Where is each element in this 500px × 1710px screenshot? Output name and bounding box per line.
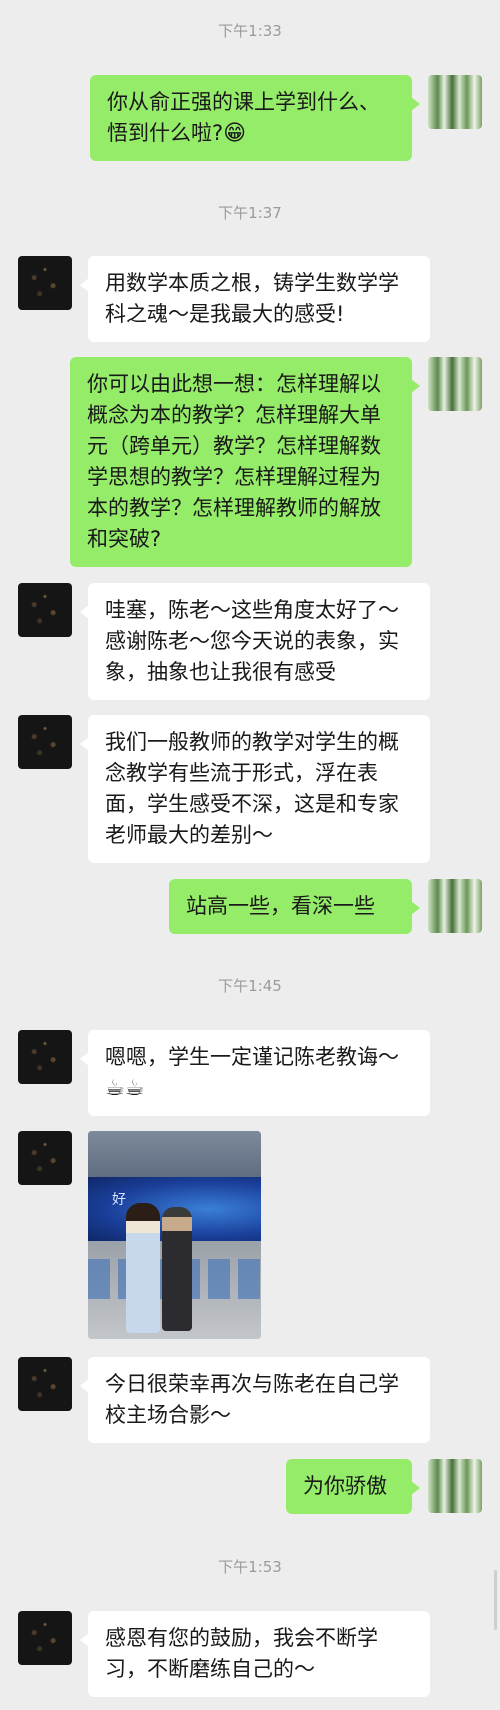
my-avatar[interactable] xyxy=(428,75,482,129)
message-bubble-received[interactable]: 今日很荣幸再次与陈老在自己学校主场合影～ xyxy=(80,1357,430,1443)
contact-avatar[interactable] xyxy=(18,715,72,769)
timestamp: 下午1:33 xyxy=(218,22,282,40)
message-bubble-sent[interactable]: 为你骄傲 xyxy=(286,1459,420,1514)
scrollbar-thumb[interactable] xyxy=(494,1570,497,1630)
message-text: 用数学本质之根，铸学生数学学科之魂～是我最大的感受! xyxy=(105,271,399,326)
timestamp: 下午1:45 xyxy=(218,977,282,995)
message-bubble-received[interactable]: 嗯嗯，学生一定谨记陈老教诲～ ☕☕ xyxy=(80,1030,430,1116)
message-bubble-received[interactable]: 感恩有您的鼓励，我会不断学习，不断磨练自己的～ xyxy=(80,1611,430,1697)
shared-photo[interactable]: 好 xyxy=(88,1131,261,1339)
photo-person-woman xyxy=(126,1203,160,1333)
photo-wall xyxy=(88,1131,261,1177)
message-bubble-sent[interactable]: 站高一些，看深一些 xyxy=(169,879,420,934)
message-text: 我们一般教师的教学对学生的概念教学有些流于形式，浮在表面，学生感受不深，这是和专… xyxy=(105,730,399,847)
my-avatar[interactable] xyxy=(428,879,482,933)
my-avatar[interactable] xyxy=(428,357,482,411)
photo-person-man xyxy=(162,1207,192,1331)
contact-avatar[interactable] xyxy=(18,1131,72,1185)
message-text: 你可以由此想一想：怎样理解以概念为本的教学？怎样理解大单元（跨单元）教学？怎样理… xyxy=(87,372,381,551)
my-avatar[interactable] xyxy=(428,1459,482,1513)
message-text: 嗯嗯，学生一定谨记陈老教诲～ xyxy=(105,1045,399,1069)
message-text: 为你骄傲 xyxy=(303,1474,387,1498)
timestamp: 下午1:37 xyxy=(218,204,282,222)
photo-screen-text: 好 xyxy=(112,1192,128,1208)
message-text: 感恩有您的鼓励，我会不断学习，不断磨练自己的～ xyxy=(105,1626,378,1681)
timestamp: 下午1:53 xyxy=(218,1558,282,1576)
message-text: 今日很荣幸再次与陈老在自己学校主场合影～ xyxy=(105,1372,399,1427)
message-bubble-sent[interactable]: 你可以由此想一想：怎样理解以概念为本的教学？怎样理解大单元（跨单元）教学？怎样理… xyxy=(70,357,420,567)
contact-avatar[interactable] xyxy=(18,256,72,310)
contact-avatar[interactable] xyxy=(18,1030,72,1084)
message-bubble-sent[interactable]: 你从俞正强的课上学到什么、悟到什么啦?😁 xyxy=(90,75,420,161)
grinning-emoji-icon: 😁 xyxy=(223,121,247,146)
contact-avatar[interactable] xyxy=(18,583,72,637)
message-bubble-received[interactable]: 用数学本质之根，铸学生数学学科之魂～是我最大的感受! xyxy=(80,256,430,342)
message-text: 站高一些，看深一些 xyxy=(186,894,375,918)
contact-avatar[interactable] xyxy=(18,1611,72,1665)
message-bubble-received[interactable]: 我们一般教师的教学对学生的概念教学有些流于形式，浮在表面，学生感受不深，这是和专… xyxy=(80,715,430,863)
contact-avatar[interactable] xyxy=(18,1357,72,1411)
message-text: 哇塞，陈老～这些角度太好了～感谢陈老～您今天说的表象，实象，抽象也让我很有感受 xyxy=(105,598,399,684)
coffee-emoji-icon: ☕☕ xyxy=(105,1076,145,1101)
message-bubble-received[interactable]: 哇塞，陈老～这些角度太好了～感谢陈老～您今天说的表象，实象，抽象也让我很有感受 xyxy=(80,583,430,700)
